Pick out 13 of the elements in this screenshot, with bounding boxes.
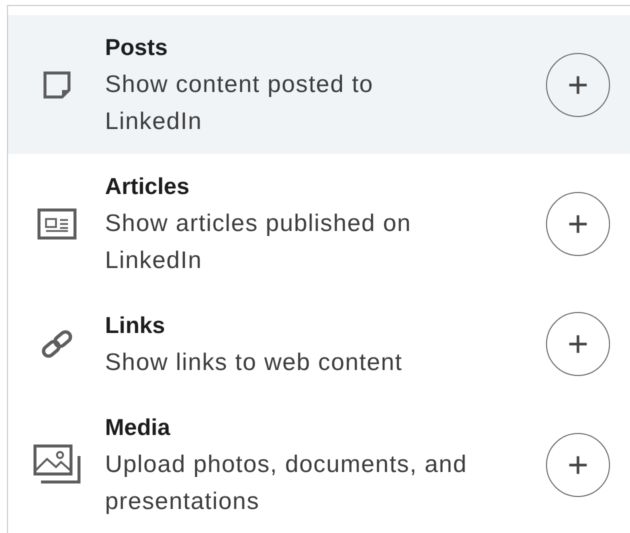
add-button[interactable]: + [546, 52, 610, 116]
add-button[interactable]: + [546, 312, 610, 376]
add-button[interactable]: + [546, 192, 610, 256]
item-title: Posts [105, 33, 169, 62]
item-description: Show content posted to LinkedIn [105, 70, 374, 137]
item-title: Links [105, 311, 166, 340]
add-button[interactable]: + [546, 432, 610, 496]
item-description: Show articles published on LinkedIn [105, 209, 412, 276]
item-description: Upload photos, documents, and presentations [105, 450, 468, 517]
menu-item[interactable]: Posts Show content posted to LinkedIn + [8, 15, 630, 154]
item-title: Articles [105, 172, 190, 201]
item-title: Media [105, 413, 172, 442]
item-description: Show links to web content [105, 348, 404, 378]
